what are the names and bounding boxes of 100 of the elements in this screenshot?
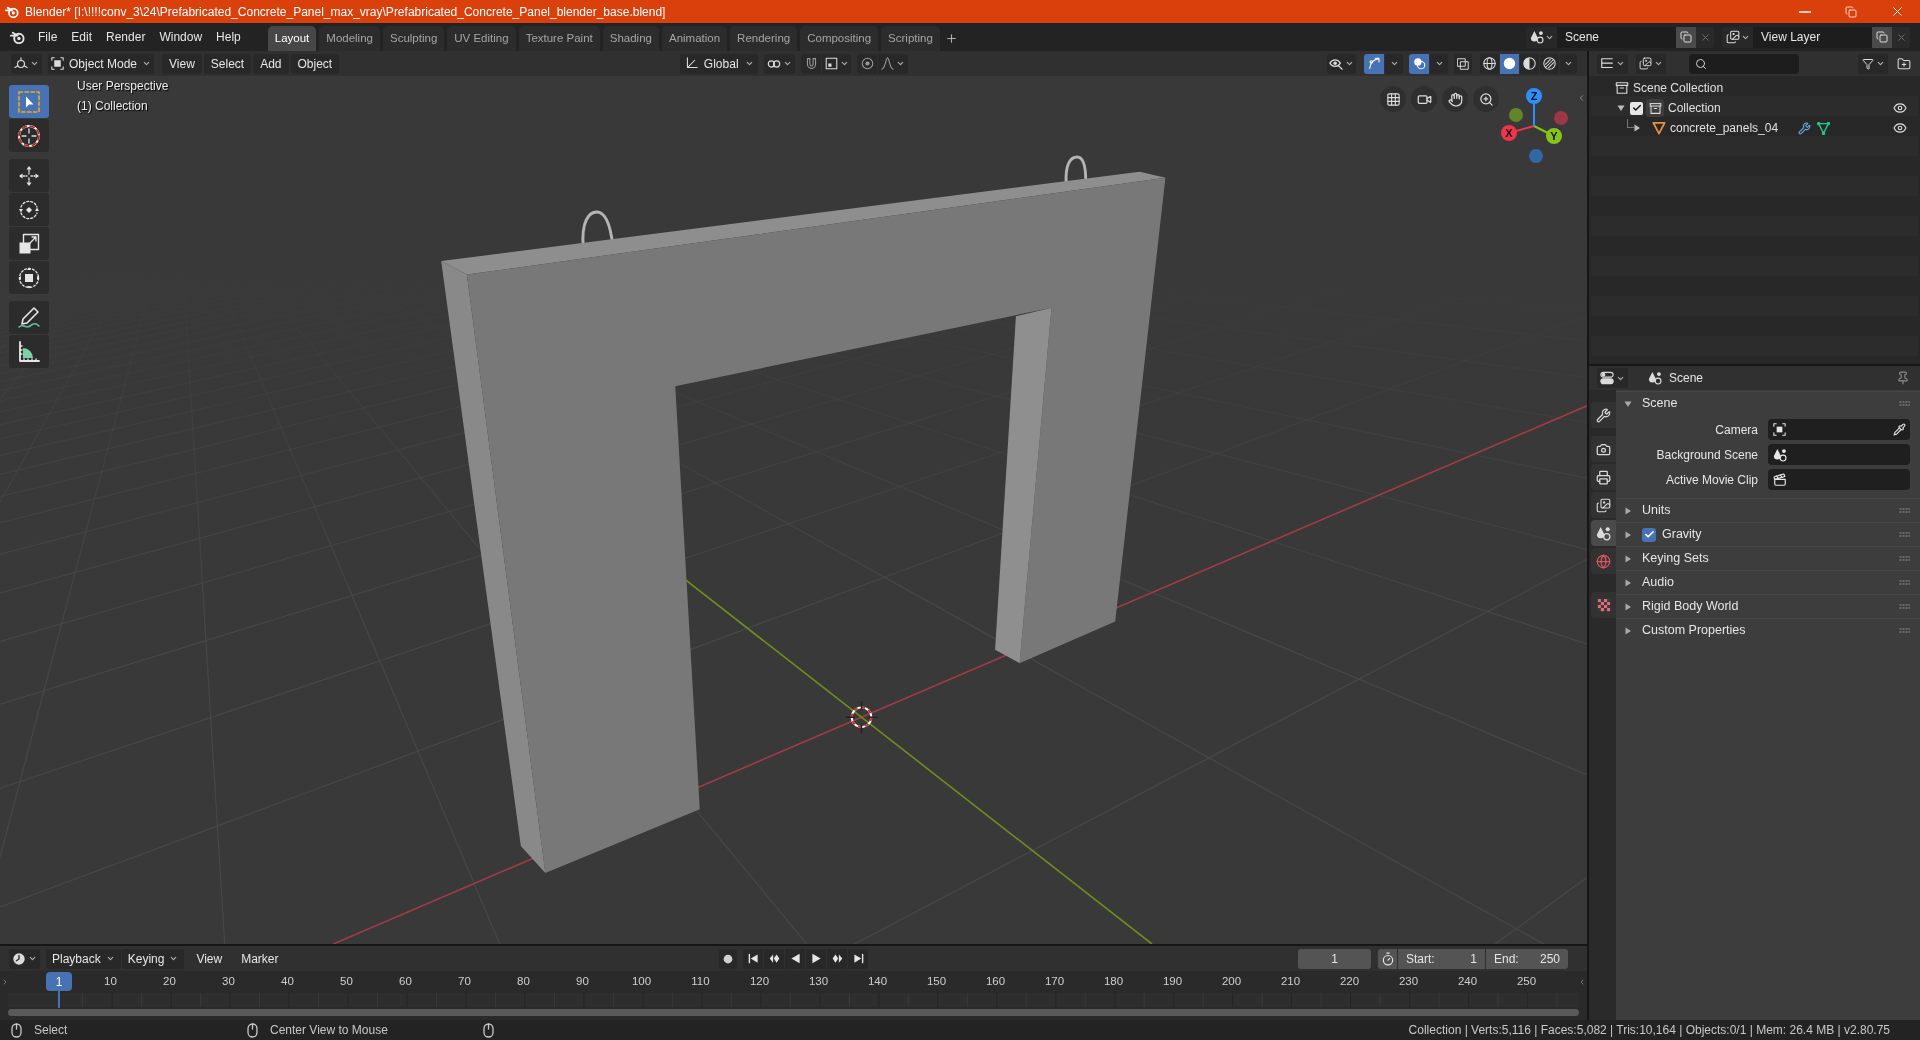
- chevron-left-icon[interactable]: [1578, 977, 1586, 987]
- exclude-checkbox[interactable]: [1630, 101, 1643, 115]
- data-block-field[interactable]: [1768, 444, 1910, 465]
- workspace-tab[interactable]: Texture Paint: [518, 26, 600, 51]
- tool-button[interactable]: [9, 193, 49, 226]
- sidebar-toggle-icon[interactable]: [1577, 92, 1586, 104]
- disclosure-triangle-icon[interactable]: [1633, 124, 1641, 132]
- disclosure-triangle-icon[interactable]: [1617, 104, 1625, 112]
- editor-type-button[interactable]: [9, 948, 40, 969]
- tool-button[interactable]: [9, 119, 49, 152]
- shading-mode-button[interactable]: [1500, 53, 1519, 74]
- menu-button[interactable]: Object: [290, 53, 340, 74]
- remove-button[interactable]: [1892, 26, 1910, 48]
- duplicate-button[interactable]: [1872, 26, 1892, 48]
- end-frame-field[interactable]: End: 250: [1486, 948, 1568, 969]
- scene-field[interactable]: Scene: [1557, 26, 1676, 48]
- menu-button[interactable]: Add: [253, 53, 289, 74]
- editor-type-button[interactable]: [11, 53, 42, 74]
- pan-button[interactable]: [1442, 86, 1468, 112]
- jump-start-button[interactable]: [743, 948, 763, 969]
- eye-icon[interactable]: [1893, 101, 1907, 115]
- menu-dropdown[interactable]: Playback: [46, 948, 121, 969]
- properties-tab[interactable]: [1591, 436, 1616, 462]
- menu-item[interactable]: Window: [152, 26, 210, 48]
- timeline-scrollbar[interactable]: [8, 1008, 1579, 1016]
- previous-keyframe-button[interactable]: [764, 948, 784, 969]
- workspace-tab[interactable]: Layout: [267, 26, 317, 51]
- view-layer-menu-button[interactable]: [1722, 26, 1753, 48]
- workspace-tab[interactable]: Compositing: [800, 26, 879, 51]
- workspace-tab[interactable]: Animation: [661, 26, 728, 51]
- play-button[interactable]: [806, 948, 826, 969]
- mesh-data-icon[interactable]: [1817, 121, 1831, 135]
- play-reverse-button[interactable]: [785, 948, 805, 969]
- properties-tab[interactable]: [1591, 520, 1616, 546]
- workspace-tab[interactable]: Modeling: [319, 26, 380, 51]
- falloff-dropdown[interactable]: [878, 53, 909, 74]
- scene-menu-button[interactable]: [1526, 26, 1557, 48]
- chevron-right-icon[interactable]: [1, 977, 9, 987]
- tool-button[interactable]: [9, 335, 49, 368]
- stopwatch-button[interactable]: [1378, 948, 1397, 969]
- eye-icon[interactable]: [1893, 121, 1907, 135]
- properties-tab[interactable]: [1591, 492, 1616, 518]
- pin-icon[interactable]: [1896, 371, 1910, 385]
- menu-button[interactable]: Marker: [234, 948, 286, 969]
- editor-type-button[interactable]: [1597, 53, 1628, 74]
- menu-button[interactable]: Select: [203, 53, 252, 74]
- menu-item[interactable]: Render: [99, 26, 153, 48]
- jump-end-button[interactable]: [848, 948, 868, 969]
- axis-handle[interactable]: Z: [1526, 88, 1542, 127]
- current-frame-field[interactable]: 1: [1298, 948, 1371, 969]
- proportional-toggle[interactable]: [857, 53, 878, 74]
- axis-handle[interactable]: Y: [1533, 125, 1562, 144]
- orientation-dropdown[interactable]: Global: [680, 53, 759, 74]
- menu-button[interactable]: View: [162, 53, 202, 74]
- next-keyframe-button[interactable]: [827, 948, 847, 969]
- workspace-tab[interactable]: Scripting: [881, 26, 940, 51]
- negative-axis-handle[interactable]: [1554, 111, 1568, 125]
- remove-button[interactable]: [1696, 26, 1714, 48]
- workspace-tab[interactable]: Shading: [602, 26, 659, 51]
- properties-tab[interactable]: [1591, 402, 1616, 428]
- tool-button[interactable]: [9, 227, 49, 260]
- tool-button[interactable]: [9, 301, 49, 334]
- tool-button[interactable]: [9, 261, 49, 294]
- outliner-item-label[interactable]: Collection: [1668, 99, 1721, 117]
- workspace-tab[interactable]: Rendering: [730, 26, 798, 51]
- negative-axis-handle[interactable]: [1509, 108, 1523, 122]
- panel-checkbox[interactable]: [1642, 527, 1656, 542]
- snap-target-dropdown[interactable]: [822, 53, 852, 74]
- workspace-tab[interactable]: UV Editing: [447, 26, 516, 51]
- outliner-item-label[interactable]: Scene Collection: [1633, 79, 1724, 97]
- wrench-icon[interactable]: [1798, 121, 1812, 135]
- menu-item[interactable]: Edit: [64, 26, 100, 48]
- eyedropper-icon[interactable]: [1893, 423, 1906, 436]
- menu-button[interactable]: View: [189, 948, 230, 969]
- mode-dropdown[interactable]: Object Mode: [48, 53, 154, 74]
- overlays-toggle[interactable]: [1409, 53, 1429, 74]
- auto-keying-toggle[interactable]: [719, 948, 737, 969]
- snap-toggle[interactable]: [801, 53, 822, 74]
- axis-handle[interactable]: X: [1501, 125, 1535, 141]
- ortho-toggle-button[interactable]: [1380, 86, 1406, 112]
- data-block-field[interactable]: [1768, 419, 1910, 440]
- visibility-dropdown[interactable]: [1327, 53, 1356, 74]
- start-frame-field[interactable]: Start: 1: [1398, 948, 1485, 969]
- zoom-button[interactable]: [1473, 86, 1499, 112]
- view-layer-field[interactable]: View Layer: [1753, 26, 1872, 48]
- gizmo-toggle[interactable]: [1364, 53, 1384, 74]
- negative-axis-handle[interactable]: [1529, 149, 1543, 163]
- shading-mode-button[interactable]: [1540, 53, 1559, 74]
- pivot-dropdown[interactable]: [764, 53, 796, 74]
- menu-item[interactable]: File: [31, 26, 65, 48]
- properties-tab[interactable]: [1591, 464, 1616, 490]
- display-mode-dropdown[interactable]: [1636, 53, 1666, 74]
- filter-dropdown[interactable]: [1858, 53, 1888, 74]
- workspace-tab[interactable]: Sculpting: [382, 26, 445, 51]
- search-field[interactable]: [1689, 53, 1799, 74]
- editor-type-button[interactable]: [1597, 368, 1628, 388]
- xray-toggle[interactable]: [1454, 53, 1472, 74]
- camera-view-button[interactable]: [1411, 86, 1437, 112]
- properties-tab[interactable]: [1591, 592, 1616, 618]
- tool-button[interactable]: [9, 159, 49, 192]
